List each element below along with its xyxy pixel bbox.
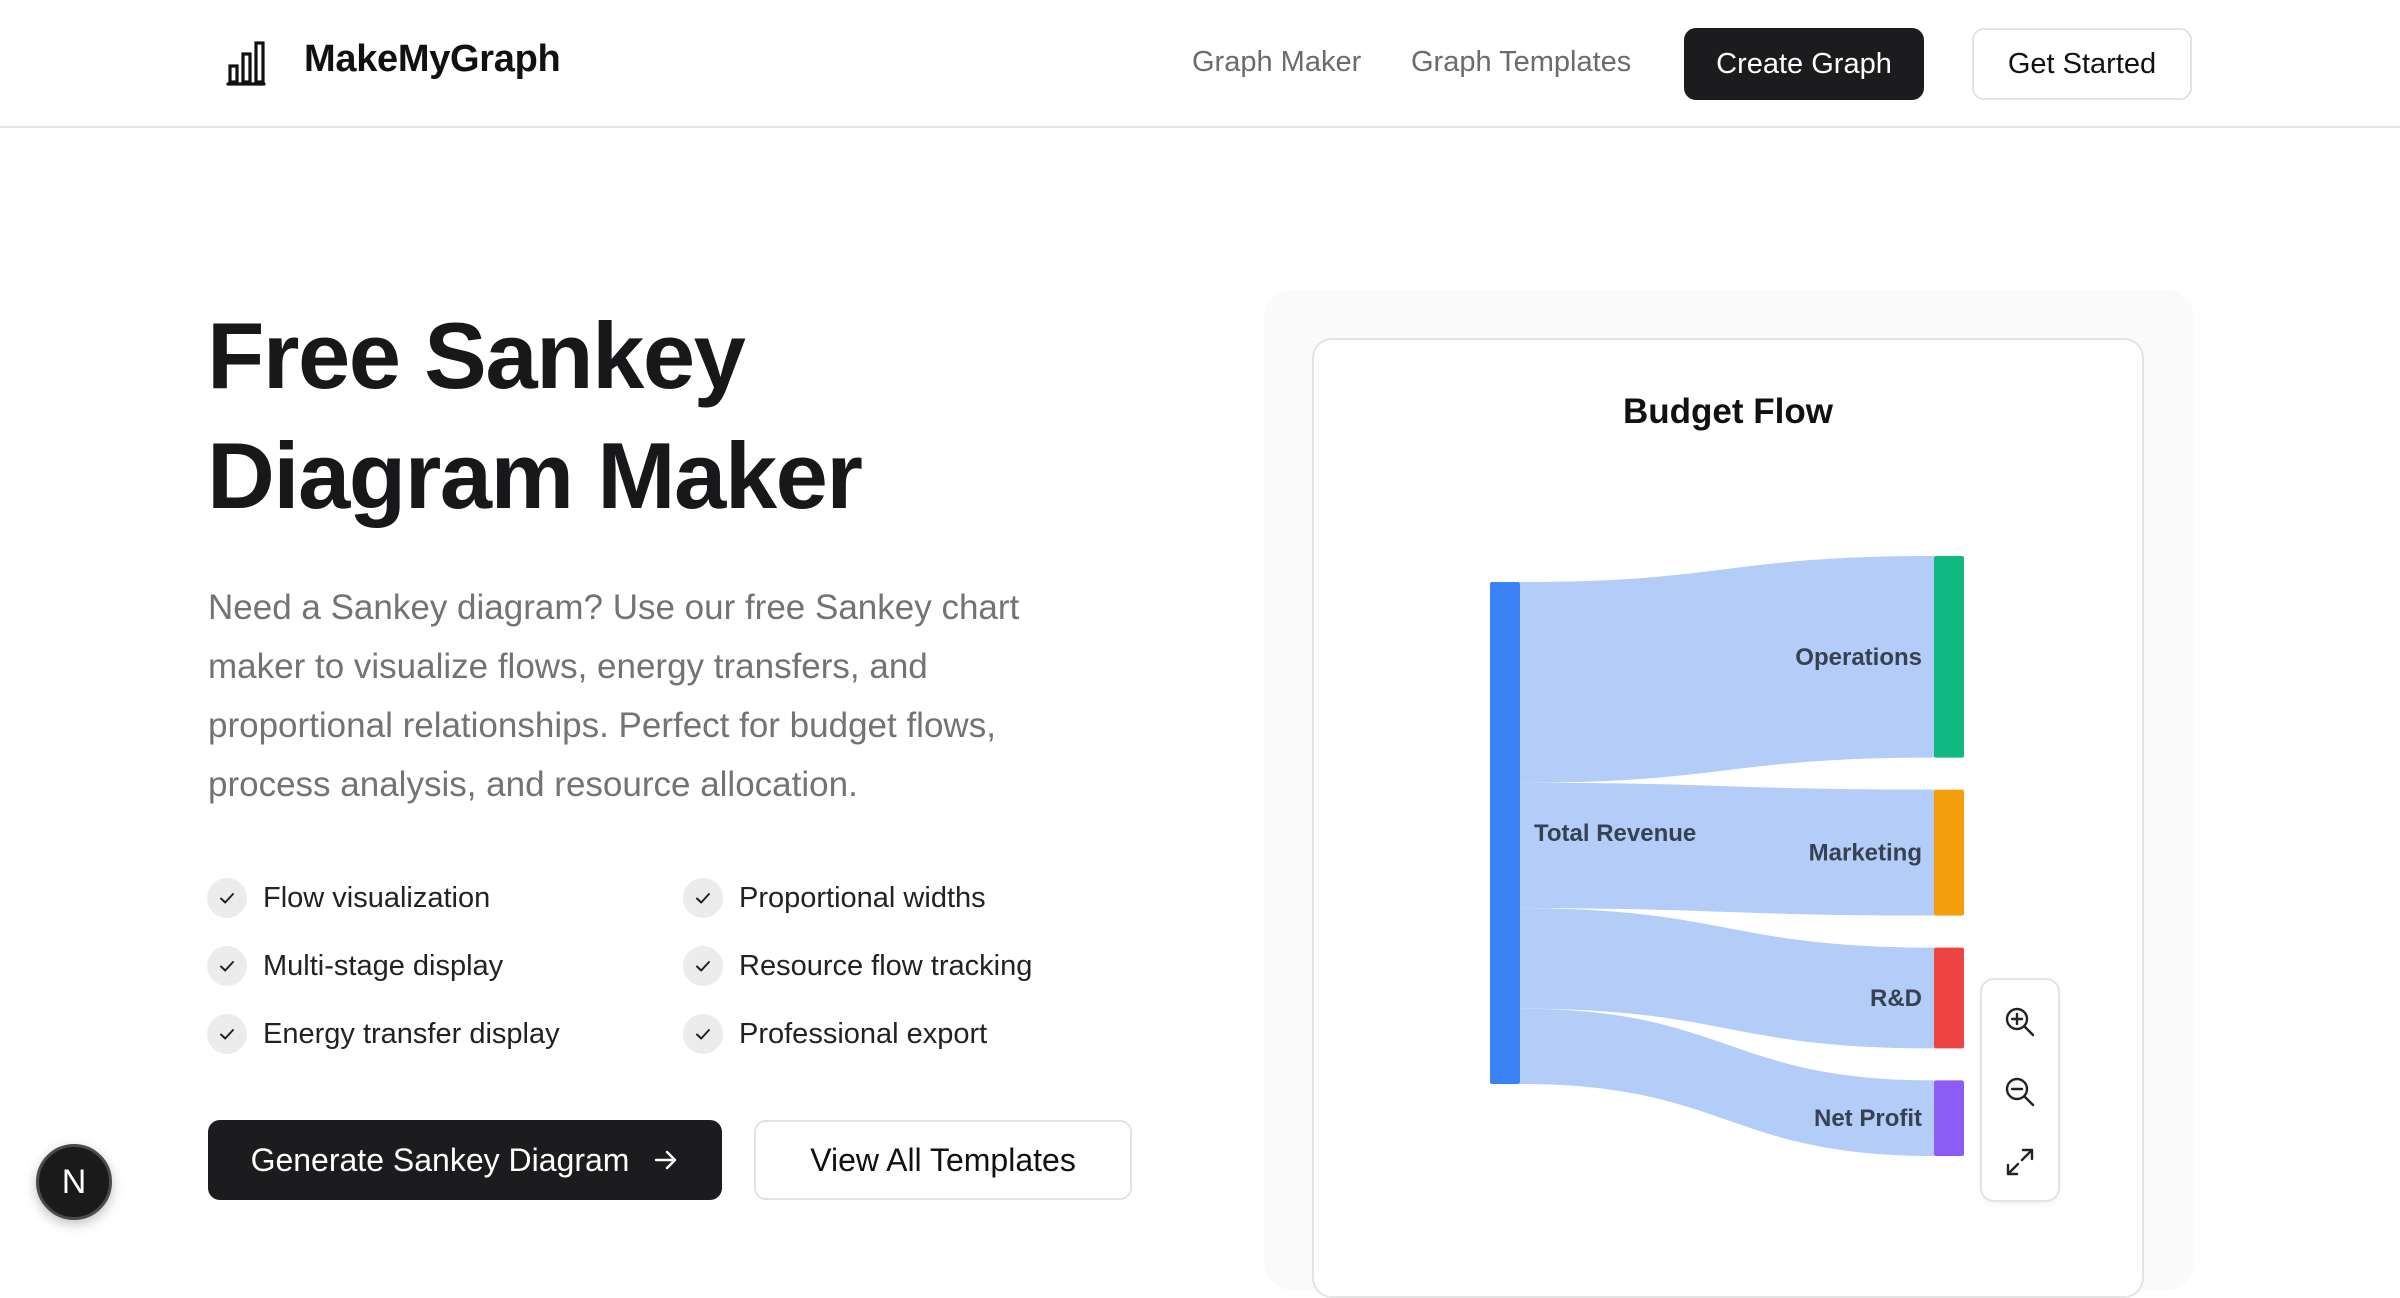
- zoom-out-icon: [2005, 1077, 2035, 1107]
- zoom-out-button[interactable]: [1982, 1062, 2058, 1122]
- sankey-node-target: [1934, 947, 1964, 1049]
- zoom-in-button[interactable]: [1982, 992, 2058, 1052]
- sankey-label-target: Marketing: [1809, 840, 1922, 867]
- sankey-node-target: [1934, 1080, 1964, 1156]
- zoom-in-icon: [2005, 1007, 2035, 1037]
- next-logo-icon[interactable]: N: [36, 1144, 112, 1220]
- sankey-label-target: R&D: [1870, 985, 1922, 1012]
- sankey-node-target: [1934, 556, 1964, 758]
- sankey-label-target: Net Profit: [1814, 1105, 1922, 1132]
- fullscreen-button[interactable]: [1982, 1132, 2058, 1192]
- sankey-node-target: [1934, 789, 1964, 916]
- sankey-label-target: Operations: [1795, 644, 1922, 671]
- zoom-controls: [1980, 978, 2060, 1202]
- expand-icon: [2006, 1148, 2034, 1176]
- sankey-node-source: [1490, 582, 1520, 1084]
- sankey-label-source: Total Revenue: [1534, 820, 1696, 847]
